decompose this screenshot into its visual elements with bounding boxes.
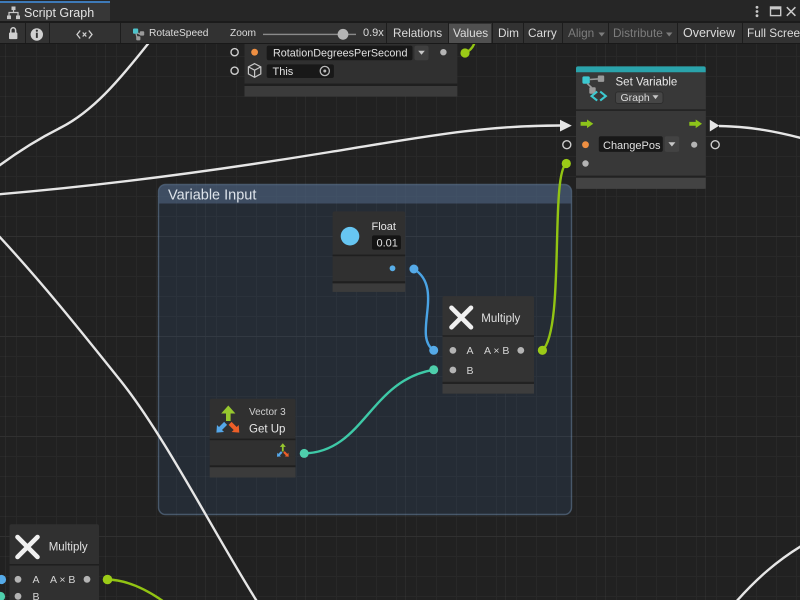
- svg-text:Variable Input: Variable Input: [168, 188, 256, 204]
- svg-text:A × B: A × B: [484, 345, 509, 357]
- svg-text:This: This: [273, 66, 294, 78]
- svg-text:Multiply: Multiply: [49, 541, 88, 553]
- svg-text:Set Variable: Set Variable: [616, 76, 678, 88]
- svg-text:A: A: [467, 345, 474, 357]
- svg-text:Float: Float: [372, 221, 396, 233]
- svg-text:Get Up: Get Up: [249, 423, 285, 435]
- svg-text:Vector 3: Vector 3: [249, 407, 286, 418]
- svg-text:Graph: Graph: [621, 92, 650, 104]
- svg-text:RotationDegreesPerSecond: RotationDegreesPerSecond: [273, 48, 407, 60]
- svg-text:B: B: [467, 365, 474, 377]
- svg-text:A × B: A × B: [50, 574, 75, 586]
- svg-text:A: A: [33, 574, 40, 586]
- svg-text:B: B: [33, 591, 40, 600]
- svg-text:Multiply: Multiply: [481, 313, 520, 325]
- svg-text:0.01: 0.01: [377, 237, 398, 249]
- svg-text:ChangePos: ChangePos: [603, 140, 661, 152]
